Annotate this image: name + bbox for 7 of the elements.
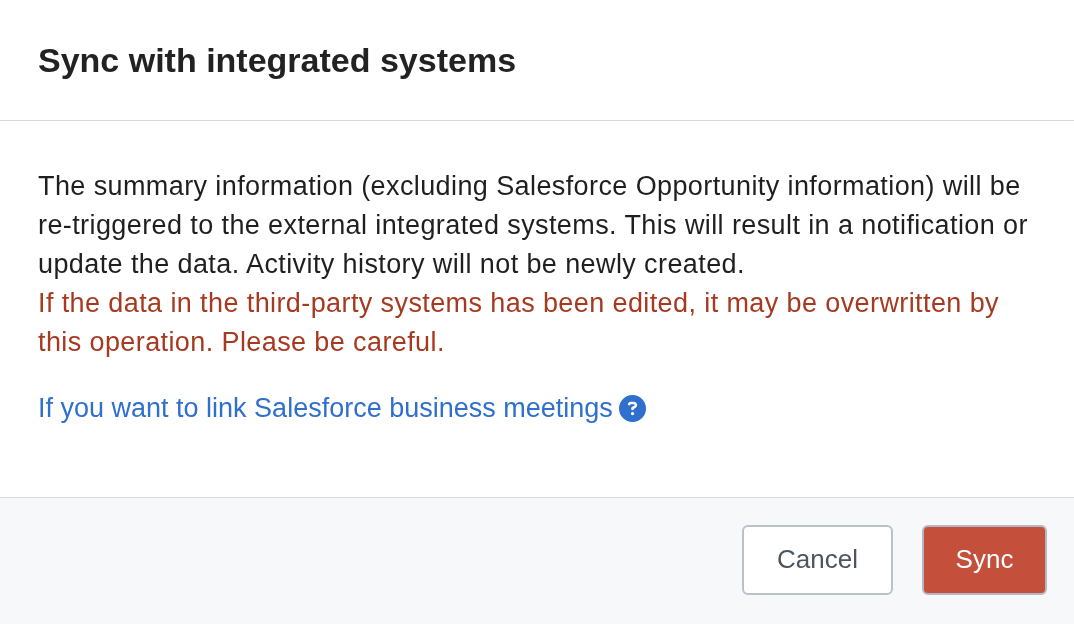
sync-button[interactable]: Sync: [922, 524, 1047, 595]
cancel-button[interactable]: Cancel: [742, 524, 893, 595]
help-icon[interactable]: [618, 395, 646, 422]
description-text: The summary information (excluding Salesforce Opportunity information) will be re-triggered to the external integrated systems. This will result in a notification or update the data. Activity history will not be newly created.: [38, 170, 1029, 281]
dialog-title: Sync with integrated systems: [38, 39, 517, 81]
warning-text: If the data in the third-party systems has been edited, it may be overwritten by this operation. Please be careful.: [38, 287, 1000, 359]
help-link[interactable]: If you want to link Salesforce business meetings: [38, 389, 613, 428]
